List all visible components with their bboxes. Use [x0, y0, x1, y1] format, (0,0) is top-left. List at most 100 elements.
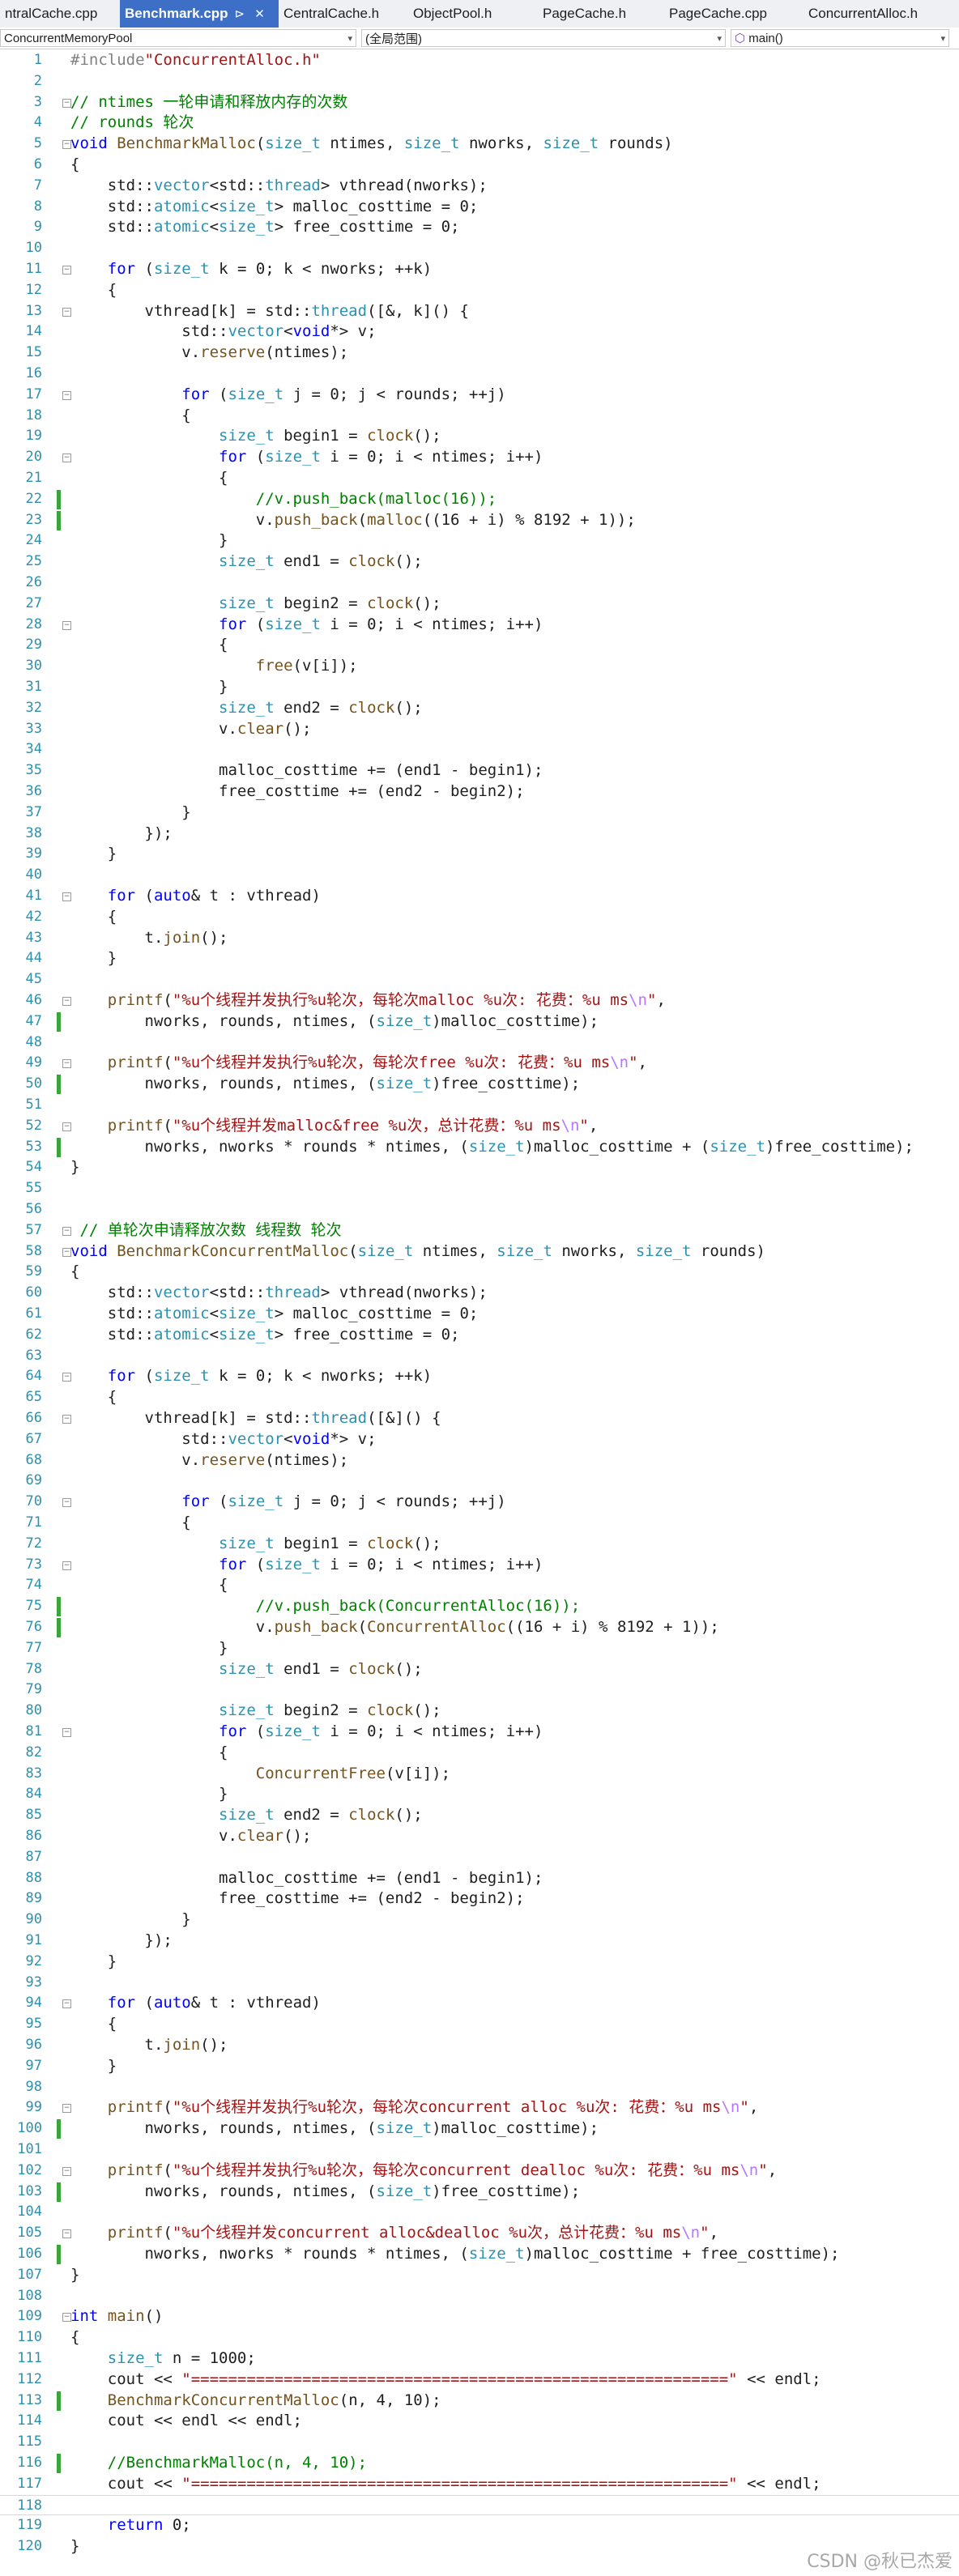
code-line[interactable]: 33 v.clear();	[0, 719, 959, 740]
code-line[interactable]: 110 {	[0, 2327, 959, 2348]
code-line[interactable]: 72 size_t begin1 = clock();	[0, 1534, 959, 1555]
code-line[interactable]: 52− printf("%u个线程并发malloc&free %u次，总计花费：…	[0, 1116, 959, 1137]
code-line[interactable]: 96 t.join();	[0, 2035, 959, 2056]
code-line[interactable]: 75 //v.push_back(ConcurrentAlloc(16));	[0, 1596, 959, 1617]
code-line[interactable]: 1 #include"ConcurrentAlloc.h"	[0, 50, 959, 71]
code-line[interactable]: 115	[0, 2432, 959, 2453]
code-line[interactable]: 76 v.push_back(ConcurrentAlloc((16 + i) …	[0, 1617, 959, 1638]
code-line[interactable]: 98	[0, 2077, 959, 2098]
code-line[interactable]: 77 }	[0, 1638, 959, 1659]
code-line[interactable]: 11− for (size_t k = 0; k < nworks; ++k)	[0, 259, 959, 280]
code-line[interactable]: 106 nworks, nworks * rounds * ntimes, (s…	[0, 2244, 959, 2265]
code-line[interactable]: 61 std::atomic<size_t> malloc_costtime =…	[0, 1304, 959, 1325]
code-line[interactable]: 79	[0, 1680, 959, 1701]
code-line[interactable]: 37 }	[0, 803, 959, 824]
code-line[interactable]: 108	[0, 2286, 959, 2307]
tab-6[interactable]: ConcurrentAlloc.h	[803, 0, 959, 28]
code-line[interactable]: 44 }	[0, 948, 959, 969]
code-line[interactable]: 71 {	[0, 1513, 959, 1534]
code-line[interactable]: 83 ConcurrentFree(v[i]);	[0, 1764, 959, 1785]
code-line[interactable]: 16	[0, 364, 959, 385]
code-line[interactable]: 74 {	[0, 1575, 959, 1596]
tab-3[interactable]: ObjectPool.h	[408, 0, 538, 28]
code-line[interactable]: 10	[0, 238, 959, 259]
code-line[interactable]: 62 std::atomic<size_t> free_costtime = 0…	[0, 1325, 959, 1346]
code-line[interactable]: 30 free(v[i]);	[0, 656, 959, 677]
code-line[interactable]: 32 size_t end2 = clock();	[0, 698, 959, 719]
pin-close-icon[interactable]: ⊳ ✕	[235, 6, 268, 21]
code-line[interactable]: 104	[0, 2202, 959, 2223]
code-line[interactable]: 100 nworks, rounds, ntimes, (size_t)mall…	[0, 2118, 959, 2140]
member-dropdown[interactable]: ⬡ main() ▾	[731, 29, 949, 47]
code-line[interactable]: 24 }	[0, 530, 959, 551]
code-line[interactable]: 17− for (size_t j = 0; j < rounds; ++j)	[0, 385, 959, 406]
code-line[interactable]: 105− printf("%u个线程并发concurrent alloc&dea…	[0, 2223, 959, 2244]
code-line[interactable]: 117 cout << "===========================…	[0, 2474, 959, 2495]
code-line[interactable]: 50 nworks, rounds, ntimes, (size_t)free_…	[0, 1074, 959, 1095]
code-line[interactable]: 49− printf("%u个线程并发执行%u轮次，每轮次free %u次: 花…	[0, 1053, 959, 1074]
code-line[interactable]: 48	[0, 1033, 959, 1054]
code-line[interactable]: 27 size_t begin2 = clock();	[0, 594, 959, 615]
code-line[interactable]: 25 size_t end1 = clock();	[0, 551, 959, 573]
code-line[interactable]: 56	[0, 1199, 959, 1220]
code-line[interactable]: 19 size_t begin1 = clock();	[0, 426, 959, 447]
code-line[interactable]: 41− for (auto& t : vthread)	[0, 886, 959, 907]
code-line[interactable]: 109− int main()	[0, 2306, 959, 2327]
tab-5[interactable]: PageCache.cpp	[664, 0, 803, 28]
code-line[interactable]: 80 size_t begin2 = clock();	[0, 1701, 959, 1722]
code-line[interactable]: 69	[0, 1471, 959, 1492]
code-line[interactable]: 23 v.push_back(malloc((16 + i) % 8192 + …	[0, 510, 959, 531]
code-line[interactable]: 43 t.join();	[0, 928, 959, 949]
code-line[interactable]: 60 std::vector<std::thread> vthread(nwor…	[0, 1283, 959, 1304]
code-line[interactable]: 26	[0, 573, 959, 594]
code-line[interactable]: 85 size_t end2 = clock();	[0, 1805, 959, 1826]
project-dropdown[interactable]: ConcurrentMemoryPool ▾	[0, 29, 356, 47]
code-line[interactable]: 119 return 0;	[0, 2515, 959, 2536]
code-line[interactable]: 78 size_t end1 = clock();	[0, 1659, 959, 1680]
code-line[interactable]: 67 std::vector<void*> v;	[0, 1429, 959, 1450]
code-line[interactable]: 107}	[0, 2265, 959, 2286]
code-line[interactable]: 91 });	[0, 1931, 959, 1952]
code-line[interactable]: 87	[0, 1847, 959, 1868]
code-line[interactable]: 97 }	[0, 2056, 959, 2077]
tab-4[interactable]: PageCache.h	[538, 0, 664, 28]
code-line[interactable]: 14 std::vector<void*> v;	[0, 321, 959, 343]
code-line[interactable]: 45	[0, 969, 959, 990]
code-line[interactable]: 8 std::atomic<size_t> malloc_costtime = …	[0, 197, 959, 218]
code-line[interactable]: 88 malloc_costtime += (end1 - begin1);	[0, 1868, 959, 1889]
tab-0[interactable]: ntralCache.cpp	[0, 0, 120, 28]
code-line[interactable]: 28− for (size_t i = 0; i < ntimes; i++)	[0, 615, 959, 636]
code-line[interactable]: 51	[0, 1095, 959, 1116]
code-line[interactable]: 112 cout << "===========================…	[0, 2369, 959, 2391]
code-editor[interactable]: 1 #include"ConcurrentAlloc.h" 2 3−// ntimes…	[0, 50, 959, 2576]
code-line[interactable]: 39 }	[0, 844, 959, 865]
code-line[interactable]: 2	[0, 71, 959, 92]
code-line[interactable]: 81− for (size_t i = 0; i < ntimes; i++)	[0, 1722, 959, 1743]
code-line[interactable]: 90 }	[0, 1910, 959, 1931]
code-line[interactable]: 12 {	[0, 280, 959, 301]
code-line[interactable]: 94− for (auto& t : vthread)	[0, 1993, 959, 2014]
code-line[interactable]: 9 std::atomic<size_t> free_costtime = 0;	[0, 217, 959, 238]
code-line[interactable]: 63	[0, 1346, 959, 1367]
code-line[interactable]: 6{	[0, 155, 959, 176]
code-line[interactable]: 111 size_t n = 1000;	[0, 2348, 959, 2369]
code-line[interactable]: 95 {	[0, 2014, 959, 2035]
code-line[interactable]: 73− for (size_t i = 0; i < ntimes; i++)	[0, 1555, 959, 1576]
code-line[interactable]: 114 cout << endl << endl;	[0, 2411, 959, 2432]
code-line[interactable]: 7 std::vector<std::thread> vthread(nwork…	[0, 176, 959, 197]
code-line[interactable]: 3−// ntimes 一轮申请和释放内存的次数	[0, 92, 959, 113]
scope-dropdown[interactable]: (全局范围) ▾	[361, 29, 726, 47]
code-line[interactable]: 102− printf("%u个线程并发执行%u轮次，每轮次concurrent…	[0, 2161, 959, 2182]
code-line[interactable]: 13− vthread[k] = std::thread([&, k]() {	[0, 301, 959, 322]
code-line[interactable]: 66− vthread[k] = std::thread([&]() {	[0, 1408, 959, 1429]
tab-2[interactable]: CentralCache.h	[279, 0, 408, 28]
code-line[interactable]: 38 });	[0, 824, 959, 845]
code-line[interactable]: 22 //v.push_back(malloc(16));	[0, 489, 959, 510]
code-line[interactable]: 84 }	[0, 1784, 959, 1805]
code-line[interactable]: 57− // 单轮次申请释放次数 线程数 轮次	[0, 1220, 959, 1241]
code-line[interactable]: 46− printf("%u个线程并发执行%u轮次，每轮次malloc %u次:…	[0, 990, 959, 1011]
code-line[interactable]: 116 //BenchmarkMalloc(n, 4, 10);	[0, 2453, 959, 2474]
code-line[interactable]: 99− printf("%u个线程并发执行%u轮次，每轮次concurrent …	[0, 2097, 959, 2118]
code-line[interactable]: 113 BenchmarkConcurrentMalloc(n, 4, 10);	[0, 2391, 959, 2412]
code-line[interactable]: 93	[0, 1973, 959, 1994]
